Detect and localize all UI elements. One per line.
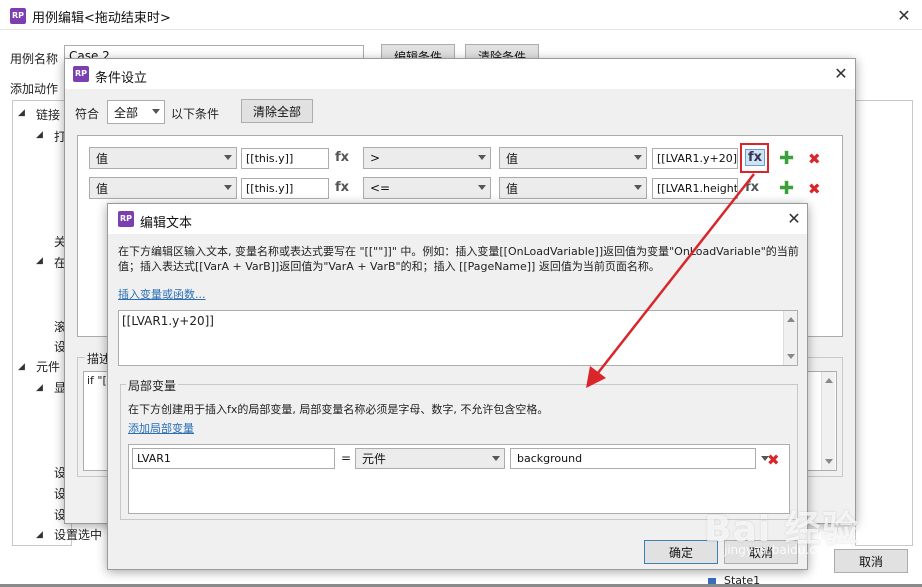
chevron-down-icon [478,185,486,190]
match-prefix-label: 符合 [75,107,100,121]
tree-item-set-selected[interactable]: 设置选中 [54,526,102,543]
target-type-value: 值 [506,151,519,166]
close-icon[interactable]: ✕ [831,64,851,84]
axure-rp-logo: RP [10,8,26,24]
insert-variable-link[interactable]: 插入变量或函数... [118,286,206,302]
axure-rp-logo: RP [118,211,134,227]
equals-sign: = [341,451,352,465]
condition-expr-input[interactable]: [[this.y]] [241,148,329,169]
condition-type-select[interactable]: 值 [89,147,237,169]
condition-titlebar: RP 条件设立 ✕ [65,59,855,89]
chevron-down-icon [634,155,642,160]
watermark-url: jingyan.baidu.com [724,543,835,557]
chevron-down-icon [492,455,500,461]
close-icon[interactable]: ✕ [784,209,804,229]
fx-icon[interactable]: fx [335,180,349,195]
collapse-arrow-icon[interactable]: ◢ [18,108,25,118]
local-var-target-select[interactable]: background [510,448,769,469]
condition-type-value: 值 [96,151,109,166]
chevron-down-icon [224,185,232,190]
edit-text-dialog: RP 编辑文本 ✕ 在下方编辑区输入文本, 变量名称或表达式要写在 "[[""]… [107,203,808,570]
fx-icon[interactable]: fx [745,180,759,195]
case-cancel-button[interactable]: 取消 [834,549,908,573]
add-row-icon[interactable]: ✚ [779,150,794,168]
fx-icon[interactable]: fx [335,150,349,165]
tree-item-state[interactable]: State1 [724,574,760,587]
condition-type-value: 值 [96,181,109,196]
collapse-arrow-icon[interactable]: ◢ [36,130,43,140]
collapse-arrow-icon[interactable]: ◢ [36,256,43,266]
text-editor[interactable] [118,310,798,366]
add-action-label: 添加动作 [10,82,59,96]
match-mode-select[interactable]: 全部 [107,100,165,124]
close-icon[interactable]: ✕ [894,6,914,26]
clear-all-button[interactable]: 清除全部 [241,99,313,123]
tree-bullet-icon [708,578,716,584]
description-scrollbar[interactable] [821,372,835,470]
text-editor-value: [[LVAR1.y+20]] [122,314,214,328]
match-mode-value: 全部 [114,105,139,120]
local-var-kind-select[interactable]: 元件 [355,448,505,469]
match-suffix-label: 以下条件 [171,107,220,121]
delete-local-var-icon[interactable]: ✖ [767,453,780,468]
edit-text-titlebar: RP 编辑文本 ✕ [108,204,807,234]
fx-icon-highlighted[interactable]: fx [745,149,766,166]
configure-actions-panel [855,100,913,546]
chevron-down-icon [634,185,642,190]
editor-scrollbar[interactable] [783,311,797,365]
target-type-select[interactable]: 值 [499,177,647,199]
delete-row-icon[interactable]: ✖ [808,152,821,167]
description-text: if "[ [87,374,107,387]
condition-dialog-title: 条件设立 [95,71,148,86]
collapse-arrow-icon[interactable]: ◢ [36,383,43,393]
edit-text-title: 编辑文本 [140,216,193,231]
collapse-arrow-icon[interactable]: ◢ [36,530,43,540]
add-row-icon[interactable]: ✚ [779,180,794,198]
operator-value: > [370,151,381,165]
instructions-text: 在下方编辑区输入文本, 变量名称或表达式要写在 "[[""]]" 中。例如：插入… [118,245,799,273]
tree-item-widget[interactable]: 元件 [36,358,60,375]
case-editor-title: 用例编辑<拖动结束时> [32,11,171,26]
operator-value: <= [370,181,391,195]
collapse-arrow-icon[interactable]: ◢ [18,362,25,372]
chevron-down-icon [152,109,160,114]
chevron-down-icon [478,155,486,160]
local-vars-desc: 在下方创建用于插入fx的局部变量, 局部变量名称必须是字母、数字, 不允许包含空… [128,403,549,416]
operator-select[interactable]: > [363,147,491,169]
local-vars-title: 局部变量 [126,377,179,394]
local-var-kind-value: 元件 [362,452,387,466]
delete-row-icon[interactable]: ✖ [808,182,821,197]
target-type-value: 值 [506,181,519,196]
local-var-name-input[interactable]: LVAR1 [132,448,335,469]
add-local-var-link[interactable]: 添加局部变量 [128,420,194,436]
condition-type-select[interactable]: 值 [89,177,237,199]
operator-select[interactable]: <= [363,177,491,199]
chevron-down-icon [224,155,232,160]
target-type-select[interactable]: 值 [499,147,647,169]
local-var-target-value: background [517,452,583,465]
target-expr-input[interactable]: [[LVAR1.height+2 [652,178,738,199]
case-editor-titlebar: RP 用例编辑<拖动结束时> ✕ [0,0,922,30]
case-name-label: 用例名称 [10,52,59,66]
target-expr-input[interactable]: [[LVAR1.y+20]] [652,148,738,169]
tree-item-link[interactable]: 链接 [36,106,60,123]
axure-rp-logo: RP [73,66,89,82]
condition-expr-input[interactable]: [[this.y]] [241,178,329,199]
